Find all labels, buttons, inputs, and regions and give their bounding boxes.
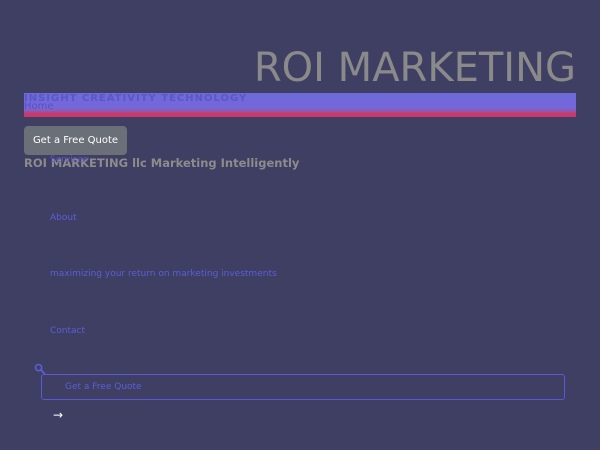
quote-field-label: Get a Free Quote: [65, 382, 142, 392]
nav-link-roi[interactable]: maximizing your return on marketing inve…: [50, 268, 277, 280]
site-title: ROI MARKETING: [253, 45, 576, 91]
site-tagline: INSIGHT CREATIVITY TECHNOLOGY: [24, 93, 248, 104]
nav-link-about[interactable]: About: [50, 212, 77, 224]
search-icon[interactable]: [34, 360, 46, 375]
quote-field[interactable]: Get a Free Quote: [41, 374, 565, 400]
arrow-right-icon[interactable]: →: [53, 407, 63, 423]
get-quote-button[interactable]: Get a Free Quote: [24, 126, 127, 155]
nav-link-home[interactable]: Home: [24, 101, 54, 113]
nav-link-services[interactable]: Services: [50, 154, 88, 166]
nav-link-contact[interactable]: Contact: [50, 325, 85, 337]
